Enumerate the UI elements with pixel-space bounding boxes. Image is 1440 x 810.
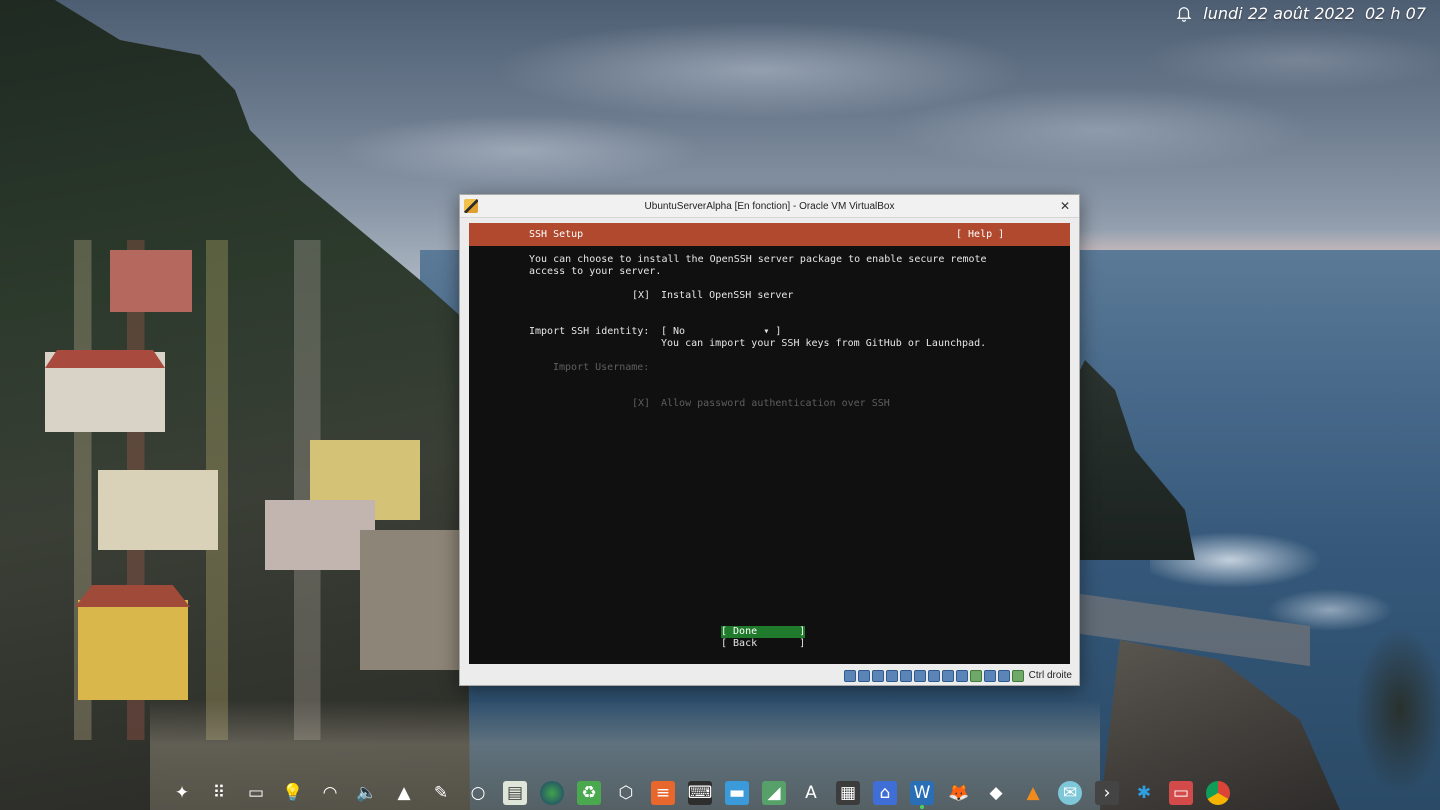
wallpaper-roof <box>75 585 190 607</box>
folder-icon[interactable]: ▬ <box>725 781 749 805</box>
inkscape-icon[interactable]: ◆ <box>984 781 1008 805</box>
terminal-icon[interactable]: ⌨ <box>688 781 712 805</box>
calculator-icon[interactable]: ▦ <box>836 781 860 805</box>
bell-icon[interactable] <box>1175 4 1193 22</box>
import-identity-select[interactable]: [ No ▾ ] <box>661 326 781 338</box>
circle-icon[interactable]: ○ <box>466 781 490 805</box>
virtualization-icon[interactable] <box>969 669 982 682</box>
cube-icon[interactable]: ⬡ <box>614 781 638 805</box>
top-clock[interactable]: lundi 22 août 2022 02 h 07 <box>1175 3 1426 23</box>
vm-statusbar: Ctrl droite <box>460 666 1079 685</box>
archive-icon[interactable]: ▭ <box>1169 781 1193 805</box>
cpu-icon[interactable] <box>955 669 968 682</box>
wallpaper-roof <box>45 350 165 368</box>
clock-date: lundi 22 août 2022 <box>1203 3 1355 23</box>
console-icon[interactable]: › <box>1095 781 1119 805</box>
app-grid-icon[interactable]: ⠿ <box>207 781 231 805</box>
files-icon[interactable]: ▤ <box>503 781 527 805</box>
description-line-1: You can choose to install the OpenSSH se… <box>529 254 987 265</box>
network-icon[interactable] <box>885 669 898 682</box>
audio-icon[interactable] <box>871 669 884 682</box>
shared-folder-icon[interactable] <box>913 669 926 682</box>
vlc-icon[interactable]: ▲ <box>1021 781 1045 805</box>
import-identity-hint: You can import your SSH keys from GitHub… <box>661 338 987 349</box>
mouse-integration-icon[interactable] <box>983 669 996 682</box>
vm-console[interactable]: SSH Setup [ Help ] You can choose to ins… <box>469 223 1070 664</box>
mail-icon[interactable]: ✉ <box>1058 781 1082 805</box>
kodi-icon[interactable]: ✱ <box>1132 781 1156 805</box>
window-titlebar[interactable]: UbuntuServerAlpha [En fonction] - Oracle… <box>460 195 1079 218</box>
clock-time: 02 h 07 <box>1364 3 1426 23</box>
header-title: SSH Setup <box>529 229 584 240</box>
volume-icon[interactable]: 🔈 <box>355 781 379 805</box>
help-button[interactable]: [ Help ] <box>956 229 1004 240</box>
wifi-icon[interactable]: ◠ <box>318 781 342 805</box>
stack-icon[interactable]: ≡ <box>651 781 675 805</box>
bulb-icon[interactable]: 💡 <box>281 781 305 805</box>
house-icon[interactable]: ⌂ <box>873 781 897 805</box>
install-openssh-label[interactable]: Install OpenSSH server <box>661 290 793 302</box>
optical-drive-icon[interactable] <box>857 669 870 682</box>
host-key-label: Ctrl droite <box>1028 670 1072 681</box>
monitor-icon[interactable]: ◢ <box>762 781 786 805</box>
tray-arrow-icon[interactable]: ▲ <box>392 781 416 805</box>
writer-icon[interactable]: W <box>910 781 934 809</box>
usb-icon[interactable] <box>899 669 912 682</box>
keyboard-icon[interactable] <box>997 669 1010 682</box>
desktop-icon[interactable]: ▭ <box>244 781 268 805</box>
gimp-icon[interactable]: 🦊 <box>947 781 971 805</box>
recording-icon[interactable] <box>941 669 954 682</box>
import-username-label: Import Username: <box>553 362 650 373</box>
chrome-icon[interactable] <box>1206 781 1230 805</box>
wallpaper-house <box>265 500 375 570</box>
installer-header: SSH Setup [ Help ] <box>469 223 1070 246</box>
pen-icon[interactable]: ✎ <box>429 781 453 805</box>
virtualbox-window[interactable]: UbuntuServerAlpha [En fonction] - Oracle… <box>459 194 1080 686</box>
wallpaper-house <box>110 250 192 312</box>
pinwheel-icon[interactable]: ✦ <box>170 781 194 805</box>
close-icon[interactable]: ✕ <box>1057 198 1073 214</box>
done-button[interactable]: [ Done ] <box>721 626 805 638</box>
taskbar-dock: ✦ ⠿ ▭ 💡 ◠ 🔈 ▲ ✎ ○ ▤ ♻ ⬡ ≡ ⌨ ▬ ◢ A ▦ ⌂ W … <box>170 778 1230 809</box>
wallpaper-house <box>78 600 188 700</box>
import-identity-label: Import SSH identity: <box>529 326 650 337</box>
window-title: UbuntuServerAlpha [En fonction] - Oracle… <box>644 200 895 212</box>
hard-disk-icon[interactable] <box>843 669 856 682</box>
globe-icon[interactable] <box>540 781 564 805</box>
allow-password-label: Allow password authentication over SSH <box>661 398 890 409</box>
host-key-icon[interactable] <box>1011 669 1024 682</box>
wallpaper-tree <box>1320 560 1440 810</box>
install-openssh-checkbox[interactable]: [X] <box>632 290 650 302</box>
back-button[interactable]: [ Back ] <box>721 638 805 650</box>
allow-password-checkbox: [X] <box>632 398 651 409</box>
description-line-2: access to your server. <box>529 266 662 277</box>
recycle-icon[interactable]: ♻ <box>577 781 601 805</box>
wallpaper-house <box>98 470 218 550</box>
font-icon[interactable]: A <box>799 781 823 805</box>
wallpaper-house <box>360 530 460 670</box>
display-icon[interactable] <box>927 669 940 682</box>
virtualbox-icon <box>464 199 478 213</box>
